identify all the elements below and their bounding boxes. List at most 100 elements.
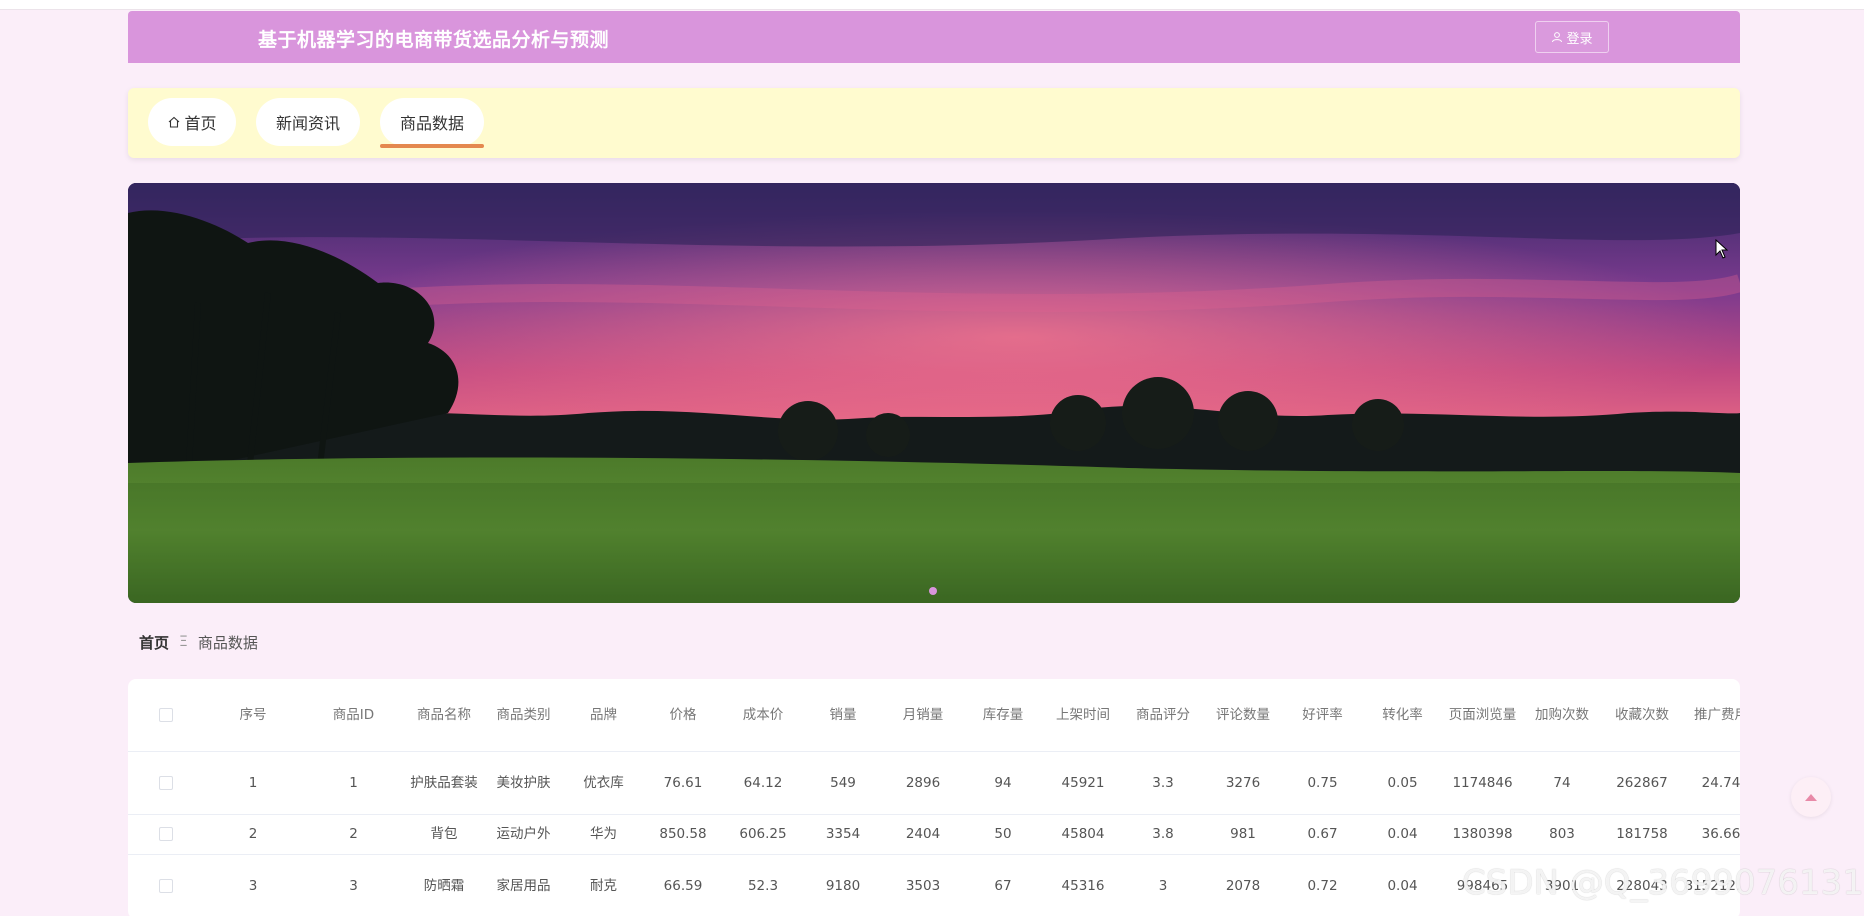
column-header[interactable]: 月销量 [883, 679, 963, 752]
arrow-up-icon [1805, 794, 1817, 801]
table-cell: 66.59 [643, 854, 723, 916]
table-cell: 0.04 [1362, 814, 1443, 855]
table-cell: 护肤品套装 [405, 751, 483, 815]
table-cell: 45921 [1043, 751, 1123, 815]
column-header[interactable]: 成本价 [723, 679, 803, 752]
column-header[interactable]: 页面浏览量 [1443, 679, 1522, 752]
select-all-checkbox[interactable] [159, 707, 173, 722]
row-checkbox-cell[interactable] [128, 814, 204, 855]
table-cell: 华为 [564, 814, 643, 855]
column-header[interactable]: 商品名称 [405, 679, 483, 752]
column-header[interactable]: 评论数量 [1203, 679, 1283, 752]
window-top-bar [0, 0, 1864, 10]
table-cell: 2 [302, 814, 405, 855]
table-cell: 1 [302, 751, 405, 815]
login-button[interactable]: 登录 [1535, 21, 1609, 53]
table-cell: 606.25 [723, 814, 803, 855]
nav-item-label: 商品数据 [399, 114, 464, 133]
column-header[interactable]: 加购次数 [1522, 679, 1602, 752]
table-cell: 76.61 [643, 751, 723, 815]
table-header-row: 序号 商品ID 商品名称 商品类别 品牌 价格 成本价 销量 月销量 库存量 上… [128, 679, 1740, 752]
site-title: 基于机器学习的电商带货选品分析与预测 [258, 29, 610, 51]
table-cell: 549 [803, 751, 883, 815]
table-cell: 耐克 [564, 854, 643, 916]
select-all-checkbox-cell[interactable] [128, 679, 204, 752]
table-cell: 74 [1522, 751, 1602, 815]
table-cell: 36.66 [1682, 814, 1740, 855]
table-cell: 52.3 [723, 854, 803, 916]
nav-item-products[interactable]: 商品数据 [380, 98, 484, 148]
table-cell: 0.04 [1362, 854, 1443, 916]
table-cell: 2404 [883, 814, 963, 855]
table-cell: 3 [302, 854, 405, 916]
nav-item-news[interactable]: 新闻资讯 [256, 98, 360, 146]
column-header[interactable]: 上架时间 [1043, 679, 1123, 752]
table-cell: 24.74 [1682, 751, 1740, 815]
table-cell: 850.58 [643, 814, 723, 855]
row-checkbox-cell[interactable] [128, 854, 204, 916]
table-cell: 181758 [1602, 814, 1682, 855]
column-header[interactable]: 品牌 [564, 679, 643, 752]
table-cell: 45804 [1043, 814, 1123, 855]
table-cell: 美妆护肤 [483, 751, 564, 815]
nav-item-home[interactable]: 首页 [148, 98, 236, 146]
carousel-indicator-dot[interactable] [929, 587, 937, 595]
table-cell: 0.05 [1362, 751, 1443, 815]
table-cell: 262867 [1602, 751, 1682, 815]
table-cell: 家居用品 [483, 854, 564, 916]
column-header[interactable]: 销量 [803, 679, 883, 752]
column-header[interactable]: 价格 [643, 679, 723, 752]
table-cell: 803 [1522, 814, 1602, 855]
site-header: 基于机器学习的电商带货选品分析与预测 登录 [128, 11, 1740, 63]
row-checkbox[interactable] [159, 878, 173, 893]
table-cell: 3276 [1203, 751, 1283, 815]
column-header[interactable]: 收藏次数 [1602, 679, 1682, 752]
table-cell: 45316 [1043, 854, 1123, 916]
user-icon [1552, 32, 1563, 43]
home-icon [169, 116, 180, 128]
table-cell: 背包 [405, 814, 483, 855]
column-header[interactable]: 推广费用 [1682, 679, 1740, 752]
nav-item-label: 首页 [184, 114, 217, 133]
column-header[interactable]: 商品评分 [1123, 679, 1203, 752]
main-nav: 首页 新闻资讯 商品数据 [128, 88, 1740, 158]
table-cell: 3.3 [1123, 751, 1203, 815]
table-cell: 1 [204, 751, 302, 815]
table-cell: 2896 [883, 751, 963, 815]
breadcrumb: 首页 Ξ 商品数据 [128, 630, 1740, 654]
column-header[interactable]: 库存量 [963, 679, 1043, 752]
table-cell: 优衣库 [564, 751, 643, 815]
mouse-cursor-icon [1715, 239, 1729, 259]
column-header[interactable]: 商品类别 [483, 679, 564, 752]
breadcrumb-current: 商品数据 [197, 633, 258, 652]
table-cell: 1174846 [1443, 751, 1522, 815]
table-cell: 50 [963, 814, 1043, 855]
table-cell: 0.72 [1283, 854, 1362, 916]
column-header[interactable]: 好评率 [1283, 679, 1362, 752]
breadcrumb-home[interactable]: 首页 [139, 632, 169, 653]
table-cell: 981 [1203, 814, 1283, 855]
table-cell: 94 [963, 751, 1043, 815]
table-cell: 运动户外 [483, 814, 564, 855]
column-header[interactable]: 序号 [204, 679, 302, 752]
breadcrumb-separator-icon: Ξ [179, 634, 188, 650]
table-cell: 3 [1123, 854, 1203, 916]
column-header[interactable]: 商品ID [302, 679, 405, 752]
watermark-text: CSDN @Q_3699076131 [1462, 863, 1864, 903]
table-cell: 2078 [1203, 854, 1283, 916]
scroll-to-top-button[interactable] [1791, 777, 1831, 817]
banner-image [128, 183, 1740, 603]
login-label: 登录 [1566, 31, 1593, 47]
table-row[interactable]: 2 2 背包 运动户外 华为 850.58 606.25 3354 2404 50 45804 3.8… [128, 814, 1740, 855]
column-header[interactable]: 转化率 [1362, 679, 1443, 752]
table-cell: 3354 [803, 814, 883, 855]
table-cell: 0.67 [1283, 814, 1362, 855]
table-row[interactable]: 1 1 护肤品套装 美妆护肤 优衣库 76.61 64.12 549 2896 94 45921 3.… [128, 751, 1740, 815]
table-cell: 防晒霜 [405, 854, 483, 916]
row-checkbox[interactable] [159, 775, 173, 790]
table-cell: 2 [204, 814, 302, 855]
table-cell: 3.8 [1123, 814, 1203, 855]
row-checkbox[interactable] [159, 827, 173, 841]
row-checkbox-cell[interactable] [128, 751, 204, 815]
banner-carousel[interactable] [128, 183, 1740, 603]
